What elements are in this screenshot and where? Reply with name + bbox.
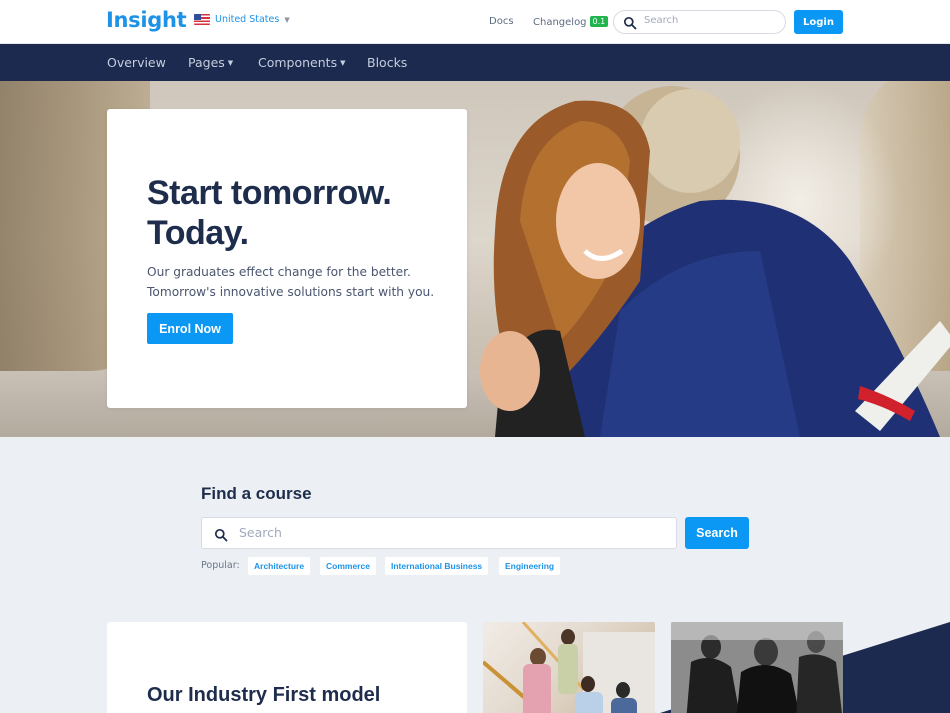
chevron-down-icon: ▼ bbox=[227, 59, 234, 67]
hero-description-line: Our graduates effect change for the bett… bbox=[147, 265, 411, 279]
top-bar: Insight United States ▼ Docs Changelog 0.… bbox=[0, 0, 950, 44]
nav-item-overview[interactable]: Overview bbox=[107, 55, 166, 70]
students-on-stairs-image bbox=[483, 622, 655, 713]
nav-item-label: Blocks bbox=[367, 55, 408, 70]
popular-tag-international-business[interactable]: International Business bbox=[385, 557, 489, 575]
hero-card: Start tomorrow. Today. Our graduates eff… bbox=[107, 109, 467, 408]
athletes-running-image bbox=[671, 622, 843, 713]
login-button[interactable]: Login bbox=[794, 10, 843, 34]
changelog-link[interactable]: Changelog 0.1 bbox=[533, 16, 609, 28]
search-icon bbox=[623, 15, 637, 34]
hero-description-line: Tomorrow's innovative solutions start wi… bbox=[147, 285, 435, 299]
chevron-down-icon: ▼ bbox=[340, 59, 346, 67]
docs-link[interactable]: Docs bbox=[489, 16, 514, 27]
us-flag-icon bbox=[194, 14, 210, 25]
enrol-now-button[interactable]: Enrol Now bbox=[147, 313, 233, 344]
country-selector[interactable]: United States ▼ bbox=[194, 14, 290, 25]
course-search-button[interactable]: Search bbox=[685, 517, 749, 549]
country-label: United States bbox=[215, 14, 280, 25]
hero-description: Our graduates effect change for the bett… bbox=[147, 262, 434, 302]
find-course-title: Find a course bbox=[201, 484, 312, 503]
version-badge: 0.1 bbox=[589, 16, 609, 27]
hero-title-line: Start tomorrow. bbox=[147, 174, 392, 212]
nav-item-label: Overview bbox=[107, 55, 166, 70]
popular-label: Popular: bbox=[201, 560, 240, 571]
course-search-box bbox=[201, 517, 677, 549]
top-search-input[interactable] bbox=[644, 15, 774, 26]
search-icon bbox=[214, 527, 228, 546]
hero-section: Start tomorrow. Today. Our graduates eff… bbox=[0, 81, 950, 437]
chevron-down-icon: ▼ bbox=[284, 15, 290, 24]
logo[interactable]: Insight bbox=[106, 8, 187, 32]
nav-item-pages[interactable]: Pages ▼ bbox=[188, 55, 233, 70]
hero-title: Start tomorrow. Today. bbox=[147, 173, 392, 253]
top-search bbox=[613, 10, 786, 34]
popular-tag-commerce[interactable]: Commerce bbox=[320, 557, 376, 575]
model-card: Our Industry First model bbox=[107, 622, 467, 713]
nav-item-label: Components bbox=[258, 55, 338, 70]
course-search-input[interactable] bbox=[239, 525, 659, 540]
nav-item-label: Pages bbox=[188, 55, 225, 70]
main-nav: Overview Pages ▼ Components ▼ Blocks bbox=[0, 44, 950, 81]
model-title: Our Industry First model bbox=[147, 684, 381, 706]
hero-title-line: Today. bbox=[147, 214, 249, 252]
changelog-label: Changelog bbox=[533, 17, 587, 28]
popular-tag-engineering[interactable]: Engineering bbox=[499, 557, 561, 575]
popular-tag-architecture[interactable]: Architecture bbox=[248, 557, 311, 575]
nav-item-blocks[interactable]: Blocks bbox=[367, 55, 407, 70]
nav-item-components[interactable]: Components ▼ bbox=[258, 55, 345, 70]
